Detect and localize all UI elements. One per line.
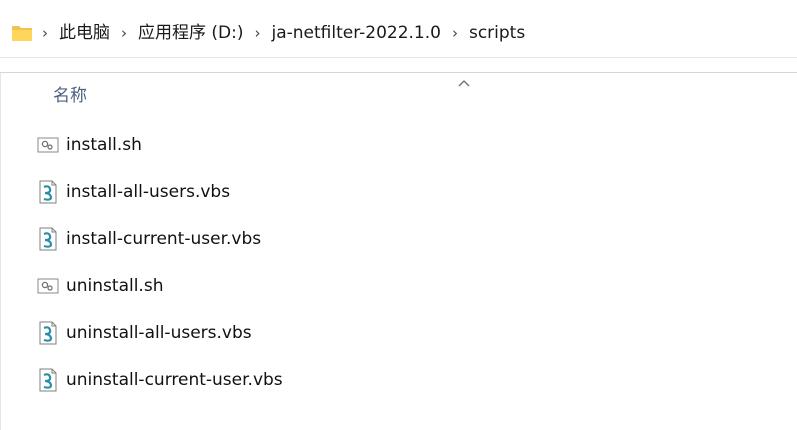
file-name: uninstall-all-users.vbs	[66, 322, 252, 343]
file-name: install.sh	[66, 134, 142, 155]
file-name: uninstall-current-user.vbs	[66, 369, 283, 390]
shell-script-icon	[36, 274, 60, 298]
file-row-uninstall-sh[interactable]: uninstall.sh	[36, 262, 776, 309]
folder-icon	[10, 23, 34, 43]
chevron-right-icon[interactable]: ›	[444, 8, 466, 58]
file-row-install-sh[interactable]: install.sh	[36, 121, 776, 168]
file-name: install-current-user.vbs	[66, 228, 262, 249]
chevron-right-icon[interactable]: ›	[247, 8, 269, 58]
shell-script-icon	[36, 133, 60, 157]
file-row-uninstall-all-users-vbs[interactable]: uninstall-all-users.vbs	[36, 309, 776, 356]
file-list: install.sh install-all-users.vbs install…	[36, 121, 776, 403]
pane-divider	[0, 73, 1, 430]
breadcrumb-ja-netfilter[interactable]: ja-netfilter-2022.1.0	[269, 8, 444, 58]
file-name: install-all-users.vbs	[66, 181, 231, 202]
file-list-pane: 名称 install.sh install-all-users.vbs inst…	[0, 72, 797, 430]
file-explorer-window: › 此电脑 › 应用程序 (D:) › ja-netfilter-2022.1.…	[0, 0, 797, 430]
breadcrumb-this-pc[interactable]: 此电脑	[56, 8, 113, 58]
vbs-script-icon	[36, 321, 60, 345]
chevron-right-icon[interactable]: ›	[113, 8, 135, 58]
file-row-install-current-user-vbs[interactable]: install-current-user.vbs	[36, 215, 776, 262]
file-row-install-all-users-vbs[interactable]: install-all-users.vbs	[36, 168, 776, 215]
vbs-script-icon	[36, 180, 60, 204]
file-row-uninstall-current-user-vbs[interactable]: uninstall-current-user.vbs	[36, 356, 776, 403]
breadcrumb-drive-d[interactable]: 应用程序 (D:)	[135, 8, 247, 58]
chevron-right-icon[interactable]: ›	[34, 8, 56, 58]
address-bar[interactable]: › 此电脑 › 应用程序 (D:) › ja-netfilter-2022.1.…	[0, 8, 797, 58]
vbs-script-icon	[36, 368, 60, 392]
sort-caret-icon[interactable]	[456, 73, 472, 87]
column-header-name[interactable]: 名称	[53, 83, 87, 109]
breadcrumb-scripts[interactable]: scripts	[466, 8, 528, 58]
file-name: uninstall.sh	[66, 275, 164, 296]
vbs-script-icon	[36, 227, 60, 251]
